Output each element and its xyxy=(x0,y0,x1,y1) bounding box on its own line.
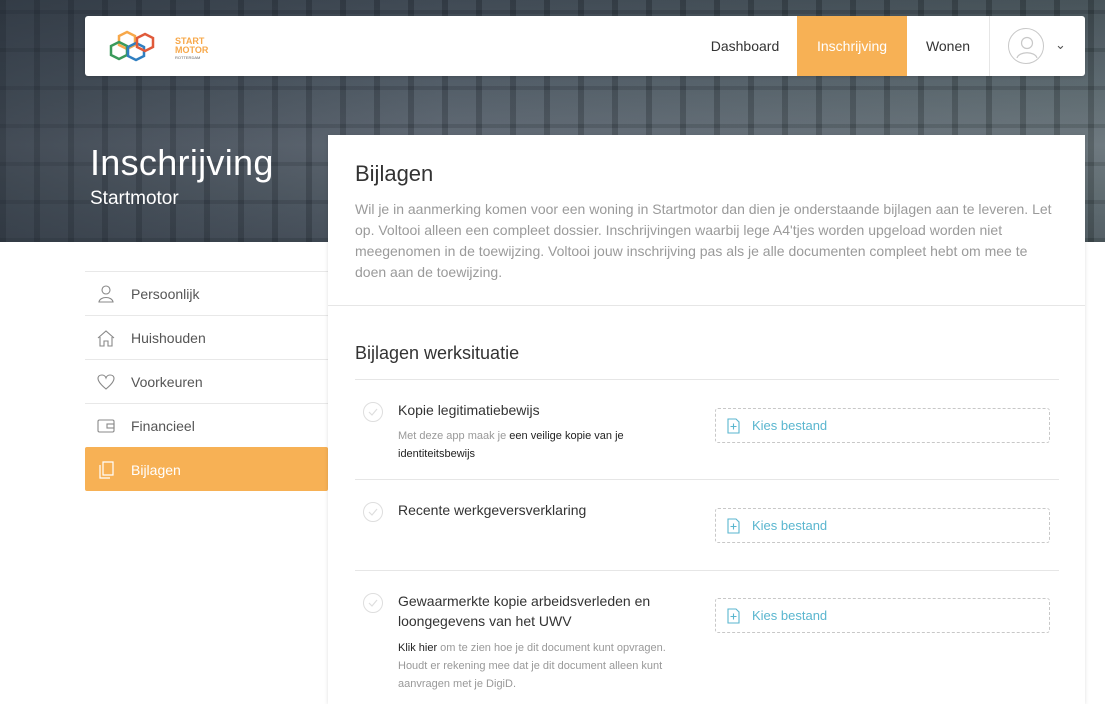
page-subtitle: Startmotor xyxy=(90,188,179,209)
choose-file-label: Kies bestand xyxy=(752,608,828,623)
card-header: Bijlagen Wil je in aanmerking komen voor… xyxy=(328,135,1085,306)
document-name: Gewaarmerkte kopie arbeidsverleden en lo… xyxy=(398,593,651,629)
sidebar-item-voorkeuren[interactable]: Voorkeuren xyxy=(85,359,328,403)
choose-file-button[interactable]: Kies bestand xyxy=(715,508,1050,543)
choose-file-label: Kies bestand xyxy=(752,518,828,533)
sidebar-item-financieel[interactable]: Financieel xyxy=(85,403,328,447)
sidebar-item-label: Persoonlijk xyxy=(131,286,200,302)
heart-icon xyxy=(97,360,115,404)
sidebar-item-label: Voorkeuren xyxy=(131,374,203,390)
logo-wordmark: START MOTOR xyxy=(175,36,209,55)
startmotor-logo[interactable]: START MOTOR ROTTERDAM xyxy=(109,26,209,66)
section-title: Bijlagen werksituatie xyxy=(355,343,520,363)
document-note: Met deze app maak je een veilige kopie v… xyxy=(398,427,688,463)
chevron-down-icon[interactable]: ⌄ xyxy=(1055,37,1066,53)
card-title: Bijlagen xyxy=(355,161,434,186)
sidebar: Persoonlijk Huishouden Voorkeuren Financ… xyxy=(85,271,328,491)
choose-file-button[interactable]: Kies bestand xyxy=(715,408,1050,443)
note-text: Met deze app maak je xyxy=(398,430,510,442)
home-icon xyxy=(97,316,115,360)
choose-file-label: Kies bestand xyxy=(752,418,828,433)
nav-divider xyxy=(989,16,990,76)
nav-wonen[interactable]: Wonen xyxy=(907,16,989,76)
sidebar-item-huishouden[interactable]: Huishouden xyxy=(85,315,328,359)
document-row: Kopie legitimatiebewijs Met deze app maa… xyxy=(355,380,1059,480)
user-icon xyxy=(97,272,115,316)
document-row: Gewaarmerkte kopie arbeidsverleden en lo… xyxy=(355,571,1059,704)
card-intro: Wil je in aanmerking komen voor een woni… xyxy=(355,201,1052,280)
page-title: Inschrijving xyxy=(90,142,274,183)
user-avatar-icon xyxy=(1016,36,1038,59)
document-icon xyxy=(97,448,115,492)
document-row: Recente werkgeversverklaring Kies bestan… xyxy=(355,480,1059,571)
choose-file-button[interactable]: Kies bestand xyxy=(715,598,1050,633)
sidebar-item-label: Financieel xyxy=(131,418,195,434)
avatar[interactable] xyxy=(1008,28,1044,64)
check-icon xyxy=(363,402,383,422)
note-text: om te zien hoe je dit document kunt opvr… xyxy=(398,642,666,690)
add-file-icon xyxy=(727,608,740,624)
top-navbar: START MOTOR ROTTERDAM Dashboard Inschrijv… xyxy=(85,16,1085,76)
check-icon xyxy=(363,502,383,522)
logo-hexagons-icon xyxy=(109,30,155,62)
logo-tagline: ROTTERDAM xyxy=(175,55,201,60)
nav-inschrijving[interactable]: Inschrijving xyxy=(797,16,907,76)
attachments-card: Bijlagen Wil je in aanmerking komen voor… xyxy=(328,135,1085,704)
document-name: Recente werkgeversverklaring xyxy=(398,502,587,518)
add-file-icon xyxy=(727,418,740,434)
sidebar-item-label: Huishouden xyxy=(131,330,206,346)
sidebar-item-bijlagen[interactable]: Bijlagen xyxy=(85,447,328,491)
sidebar-item-label: Bijlagen xyxy=(131,462,181,478)
check-icon xyxy=(363,593,383,613)
wallet-icon xyxy=(97,404,115,448)
sidebar-item-persoonlijk[interactable]: Persoonlijk xyxy=(85,271,328,315)
nav-dashboard[interactable]: Dashboard xyxy=(693,16,797,76)
click-here-link[interactable]: Klik hier xyxy=(398,642,437,654)
document-note: Klik hier om te zien hoe je dit document… xyxy=(398,639,688,693)
add-file-icon xyxy=(727,518,740,534)
document-name: Kopie legitimatiebewijs xyxy=(398,402,540,418)
